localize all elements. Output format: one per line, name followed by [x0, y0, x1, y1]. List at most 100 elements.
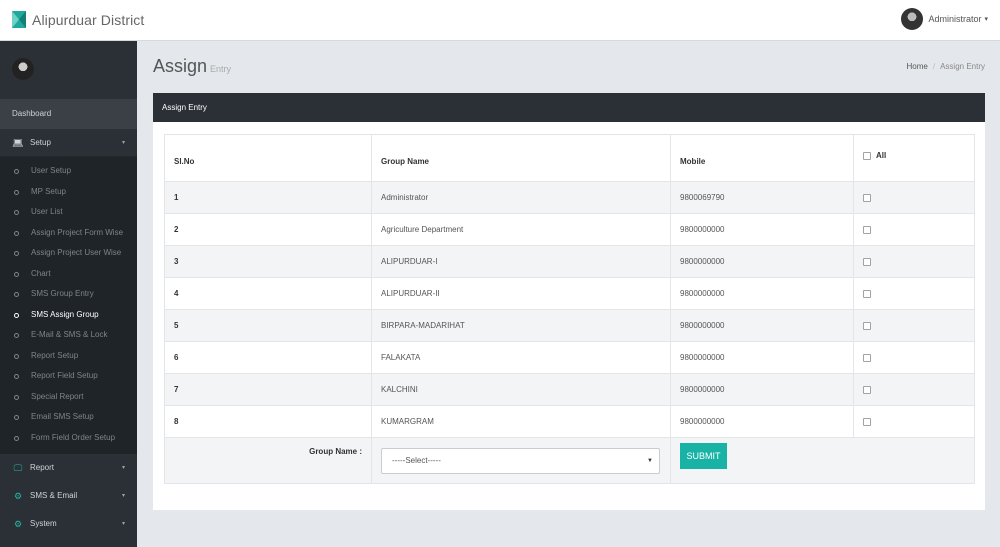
- cell-group-name: Administrator: [371, 181, 671, 214]
- sidebar-subitem[interactable]: User List: [0, 202, 137, 223]
- row-checkbox[interactable]: [863, 417, 871, 426]
- cell-mobile: 9800000000: [670, 213, 854, 246]
- sidebar-item-dashboard[interactable]: Dashboard: [0, 99, 137, 129]
- breadcrumb-home[interactable]: Home: [907, 62, 928, 71]
- sidebar-subitem[interactable]: SMS Assign Group: [0, 305, 137, 326]
- sidebar-profile: [0, 41, 137, 99]
- assign-table: Sl.No Group Name Mobile All 1 Administrat…: [164, 134, 975, 484]
- row-checkbox[interactable]: [863, 225, 871, 234]
- breadcrumb-separator: /: [932, 62, 936, 71]
- table-row: 8 KUMARGRAM 9800000000: [164, 405, 975, 438]
- table-row: 7 KALCHINI 9800000000: [164, 373, 975, 406]
- sidebar-subitem[interactable]: Chart: [0, 264, 137, 285]
- cell-sl: 7: [164, 373, 372, 406]
- sidebar-item-setup[interactable]: 💻︎ Setup ▾: [0, 129, 137, 157]
- panel-heading: Assign Entry: [153, 93, 985, 122]
- breadcrumb-current: Assign Entry: [940, 62, 985, 71]
- group-name-select[interactable]: -----Select----- ▼: [381, 447, 660, 474]
- row-checkbox[interactable]: [863, 193, 871, 202]
- sidebar-subitem[interactable]: Assign Project User Wise: [0, 243, 137, 264]
- setup-submenu: User Setup MP Setup User List Assign Projec…: [0, 157, 137, 454]
- row-checkbox[interactable]: [863, 321, 871, 330]
- cell-mobile: 9800000000: [670, 341, 854, 374]
- column-header-mobile: Mobile: [670, 134, 854, 182]
- caret-down-icon: ▾: [984, 16, 988, 23]
- table-row: 2 Agriculture Department 9800000000: [164, 213, 975, 246]
- cell-sl: 6: [164, 341, 372, 374]
- select-all-checkbox[interactable]: [863, 151, 871, 160]
- cell-select: [853, 341, 975, 374]
- user-menu[interactable]: Administrator ▾: [901, 8, 988, 30]
- sidebar-subitem[interactable]: Report Field Setup: [0, 366, 137, 387]
- sidebar-subitem[interactable]: User Setup: [0, 161, 137, 182]
- cell-group-name: FALAKATA: [371, 341, 671, 374]
- sidebar-avatar: [12, 58, 34, 80]
- row-checkbox[interactable]: [863, 385, 871, 394]
- form-row: Group Name : -----Select----- ▼ SUBMIT: [164, 437, 975, 484]
- cell-mobile: 9800069790: [670, 181, 854, 214]
- sidebar-item-label: SMS & Email: [30, 491, 78, 500]
- sidebar-subitem[interactable]: Assign Project Form Wise: [0, 223, 137, 244]
- sidebar-item-report[interactable]: 🖵︎ Report ▾: [0, 454, 137, 482]
- cell-mobile: 9800000000: [670, 405, 854, 438]
- sidebar-subitem[interactable]: SMS Group Entry: [0, 284, 137, 305]
- assign-entry-panel: Assign Entry Sl.No Group Name Mobile All…: [153, 93, 985, 510]
- cell-mobile: 9800000000: [670, 309, 854, 342]
- cell-sl: 3: [164, 245, 372, 278]
- table-row: 5 BIRPARA-MADARIHAT 9800000000: [164, 309, 975, 342]
- sidebar-subitem[interactable]: E-Mail & SMS & Lock: [0, 325, 137, 346]
- row-checkbox[interactable]: [863, 353, 871, 362]
- cell-mobile: 9800000000: [670, 277, 854, 310]
- cell-sl: 1: [164, 181, 372, 214]
- row-checkbox[interactable]: [863, 257, 871, 266]
- page-subtitle: Entry: [210, 64, 232, 74]
- page-title: Assign Entry: [153, 56, 231, 77]
- chevron-down-icon: ▼: [647, 457, 653, 464]
- cell-sl: 8: [164, 405, 372, 438]
- cell-group-name: ALIPURDUAR-I: [371, 245, 671, 278]
- sidebar-groups: 🖵︎ Report ▾ ⚙︎ SMS & Email ▾ ⚙︎ System ▾: [0, 454, 137, 538]
- cell-group-name: Agriculture Department: [371, 213, 671, 246]
- gear-icon: ⚙︎: [13, 519, 23, 529]
- sidebar-subitem[interactable]: Report Setup: [0, 346, 137, 367]
- submit-button[interactable]: SUBMIT: [680, 443, 727, 469]
- user-name: Administrator: [928, 14, 982, 24]
- group-name-label: Group Name :: [309, 446, 362, 456]
- sidebar-subitem[interactable]: Form Field Order Setup: [0, 428, 137, 449]
- table-header-row: Sl.No Group Name Mobile All: [164, 134, 975, 182]
- sidebar: Dashboard 💻︎ Setup ▾ User Setup MP Setup U…: [0, 41, 137, 547]
- cell-mobile: 9800000000: [670, 373, 854, 406]
- form-submit-cell: SUBMIT: [670, 437, 975, 484]
- top-navbar: Alipurduar District Administrator ▾: [0, 0, 1000, 41]
- cell-mobile: 9800000000: [670, 245, 854, 278]
- column-header-group: Group Name: [371, 134, 671, 182]
- sidebar-subitem[interactable]: Email SMS Setup: [0, 407, 137, 428]
- table-row: 6 FALAKATA 9800000000: [164, 341, 975, 374]
- cell-select: [853, 213, 975, 246]
- logo-icon: [12, 11, 26, 28]
- cell-select: [853, 405, 975, 438]
- caret-down-icon: ▾: [121, 140, 125, 146]
- sidebar-item-label: Setup: [30, 137, 51, 147]
- cell-group-name: BIRPARA-MADARIHAT: [371, 309, 671, 342]
- caret-down-icon: ▾: [121, 493, 125, 499]
- brand[interactable]: Alipurduar District: [12, 11, 144, 28]
- table-body: 1 Administrator 9800069790 2 Agriculture Dep…: [164, 181, 975, 484]
- cell-group-name: KUMARGRAM: [371, 405, 671, 438]
- avatar: [901, 8, 924, 30]
- laptop-icon: 💻︎: [12, 137, 24, 148]
- table-row: 4 ALIPURDUAR-II 9800000000: [164, 277, 975, 310]
- monitor-icon: 🖵︎: [13, 463, 23, 473]
- sidebar-item-system[interactable]: ⚙︎ System ▾: [0, 510, 137, 538]
- sidebar-subitem[interactable]: MP Setup: [0, 182, 137, 203]
- sidebar-item-sms-email[interactable]: ⚙︎ SMS & Email ▾: [0, 482, 137, 510]
- cell-group-name: KALCHINI: [371, 373, 671, 406]
- caret-down-icon: ▾: [121, 465, 125, 471]
- row-checkbox[interactable]: [863, 289, 871, 298]
- page-title-text: Assign: [153, 56, 208, 76]
- cell-sl: 4: [164, 277, 372, 310]
- sidebar-subitem[interactable]: Special Report: [0, 387, 137, 408]
- cell-select: [853, 181, 975, 214]
- cell-select: [853, 277, 975, 310]
- sidebar-item-label: Report: [30, 463, 55, 472]
